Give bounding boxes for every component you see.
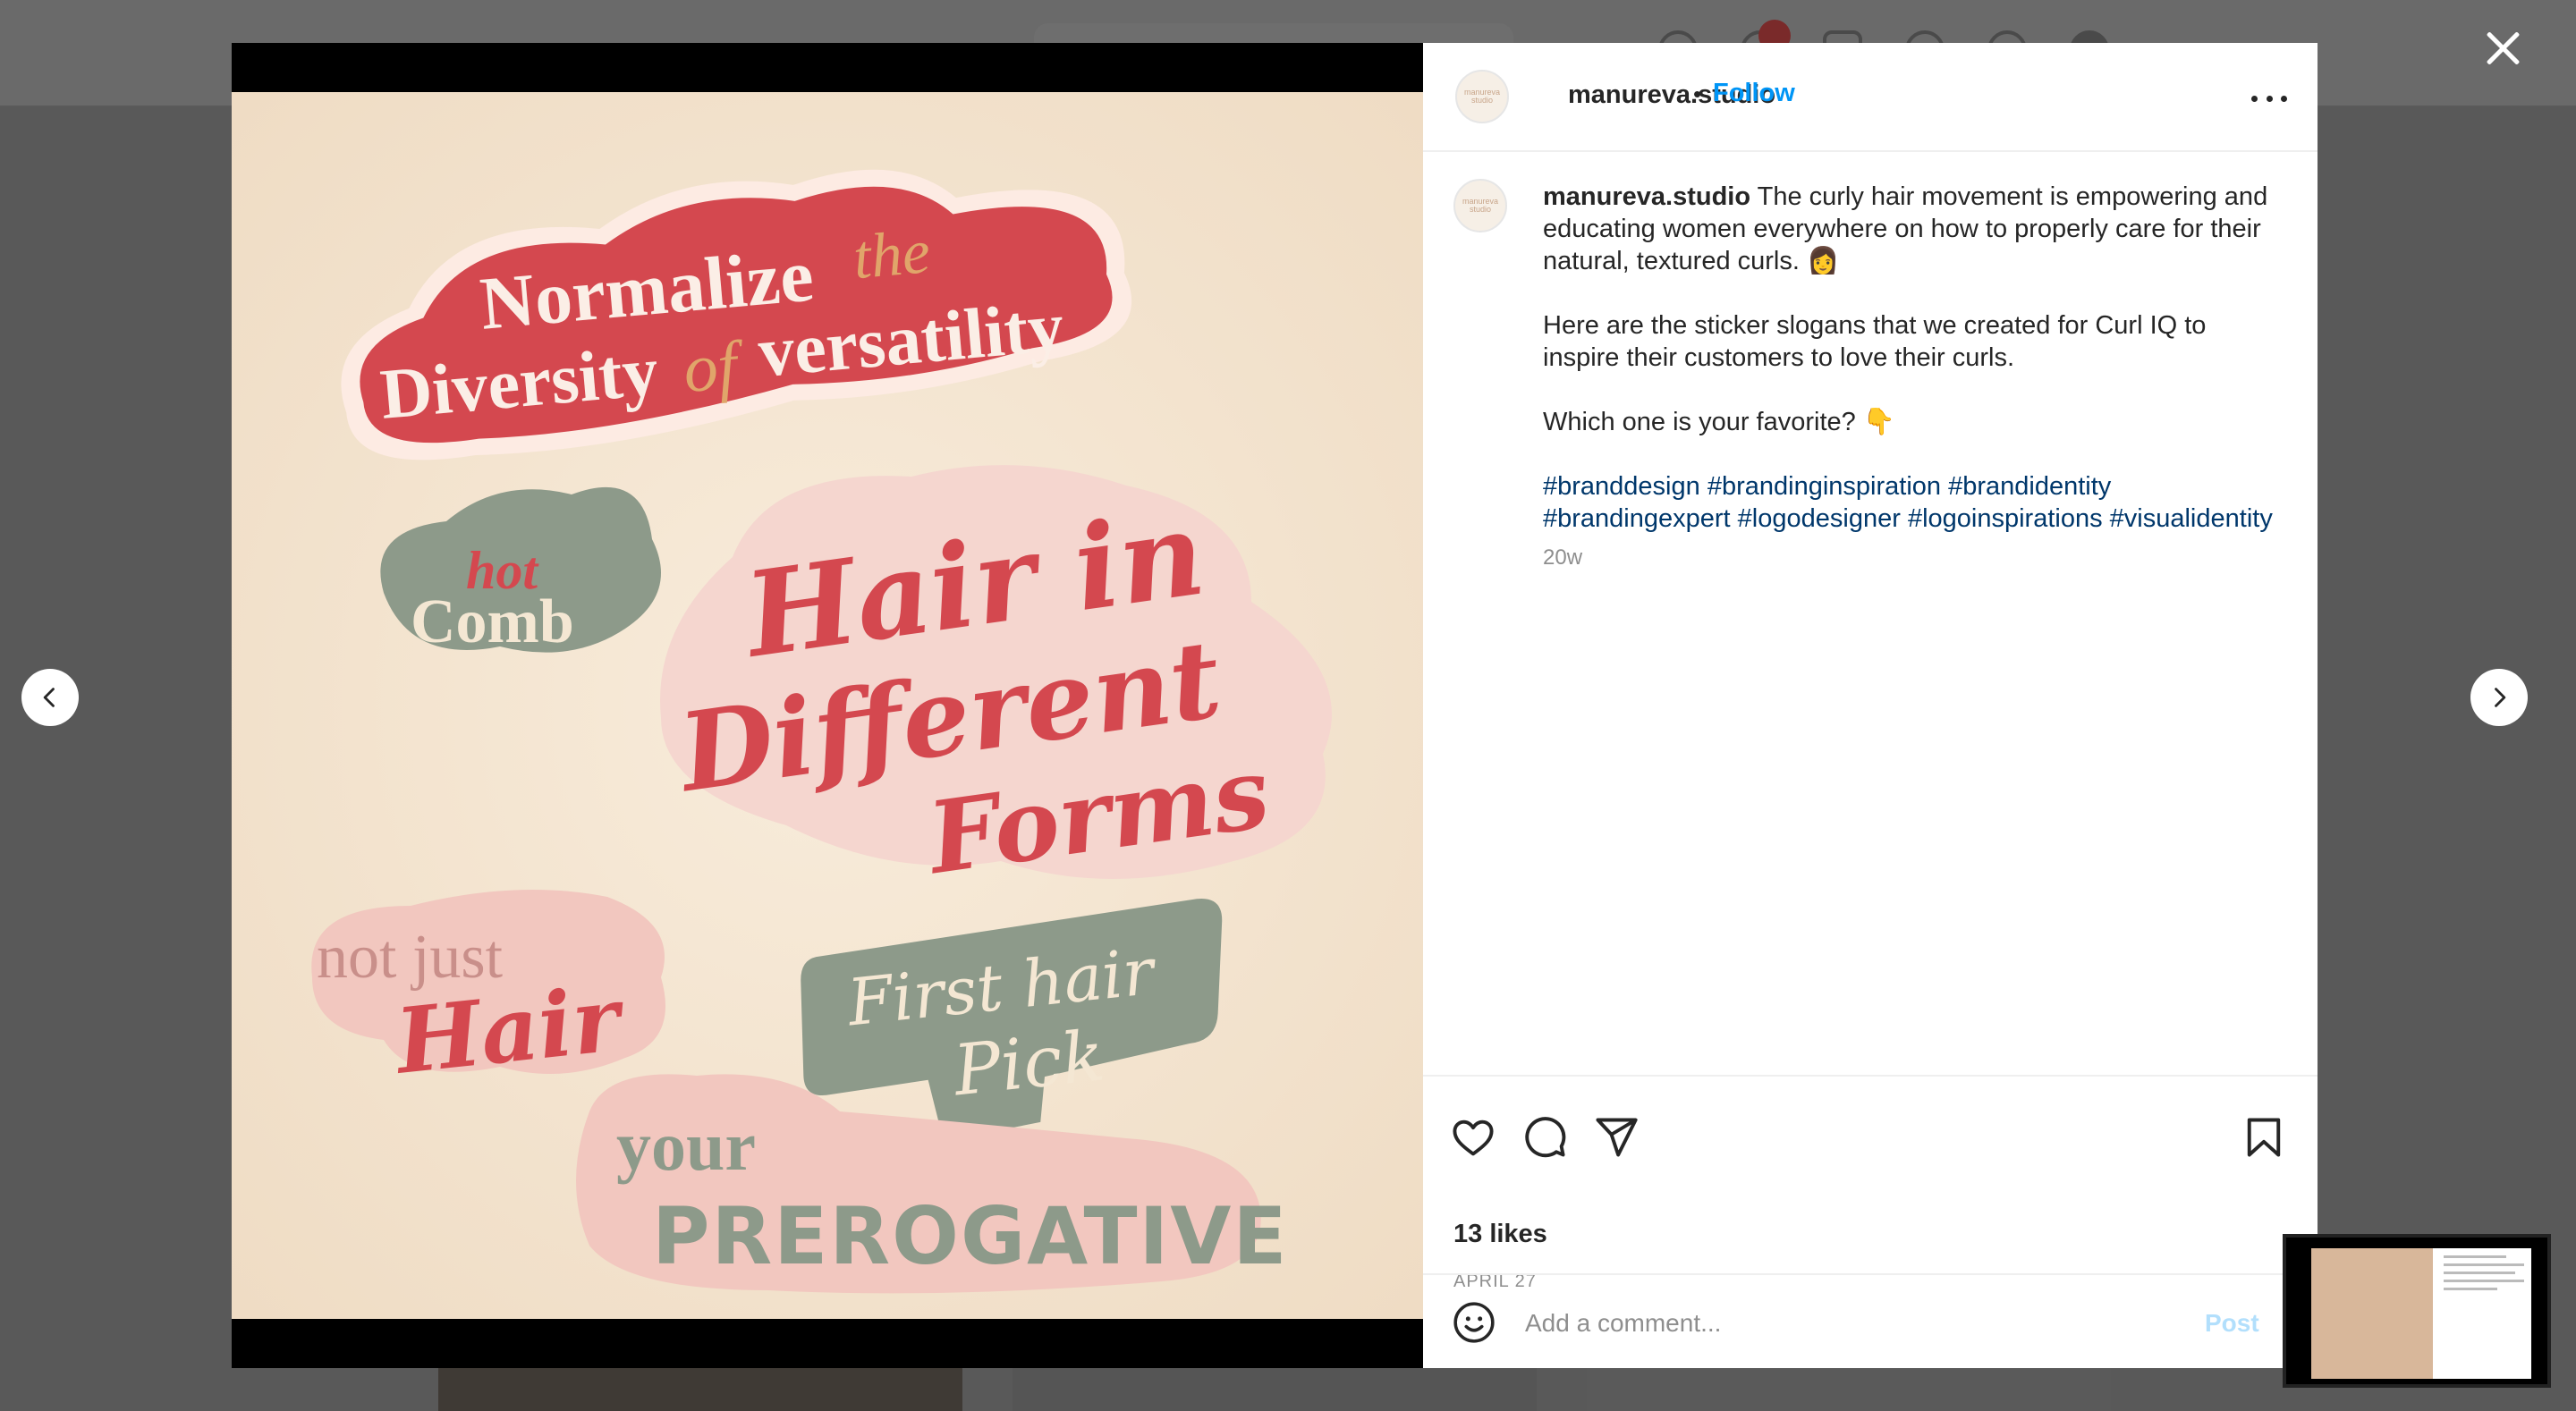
sticker-text: PREROGATIVE [652,1190,1288,1282]
post-comment-button[interactable]: Post [2205,1309,2259,1338]
close-icon[interactable] [2478,23,2528,73]
thumbnail-text-lines [2444,1255,2524,1296]
thumbnail-image [2311,1248,2433,1379]
sticker-text: your [616,1107,756,1185]
avatar-text: manureva studio [1462,197,1499,214]
avatar-text: manureva studio [1463,88,1501,105]
previous-post-button[interactable] [21,669,79,726]
heart-icon[interactable] [1450,1114,1496,1161]
hashtags: #branddesign #brandinginspiration #brand… [1543,470,2276,535]
hashtag-link[interactable]: #branddesign [1543,472,1700,501]
share-icon[interactable] [1593,1114,1640,1161]
next-post-button[interactable] [2470,669,2528,726]
sticker-text: Pick [948,1016,1108,1111]
hashtag-link[interactable]: #logodesigner [1738,504,1901,533]
post-modal: Normalize the Diversity of versatility h… [232,43,2318,1368]
comment-icon[interactable] [1521,1114,1568,1161]
hashtag-link[interactable]: #brandidentity [1948,472,2111,501]
hashtag-link[interactable]: #visualidentity [2110,504,2273,533]
caption-avatar[interactable]: manureva studio [1453,179,1507,232]
comment-bar: Post [1423,1273,2318,1370]
chevron-right-icon [2495,688,2506,707]
hashtag-link[interactable]: #brandingexpert [1543,504,1731,533]
follow-button[interactable]: Follow [1713,79,1795,108]
sticker-text: the [851,217,933,292]
hashtag-link[interactable]: #brandinginspiration [1707,472,1941,501]
thumbnail-content [2311,1248,2531,1379]
likes-count[interactable]: 13 likes [1453,1220,1547,1249]
hashtag-link[interactable]: #logoinspirations [1908,504,2103,533]
caption-paragraph: manureva.studio The curly hair movement … [1543,181,2276,277]
chevron-left-icon [43,688,55,707]
comment-input[interactable] [1523,1302,2207,1345]
sticker-artwork: Normalize the Diversity of versatility h… [232,92,1423,1319]
avatar[interactable]: manureva studio [1455,70,1509,123]
post-side-panel: manureva studio manureva.studio • Follow… [1423,43,2318,1368]
caption-paragraph: Here are the sticker slogans that we cre… [1543,311,2207,372]
caption-time[interactable]: 20w [1543,542,2276,574]
sticker-text: Comb [411,587,574,656]
emoji-icon[interactable] [1452,1300,1496,1345]
caption-paragraph: Which one is your favorite? 👇 [1543,408,1895,436]
post-caption: manureva.studio The curly hair movement … [1543,181,2276,574]
post-image[interactable]: Normalize the Diversity of versatility h… [232,92,1423,1319]
caption-username[interactable]: manureva.studio [1543,182,1750,211]
header-separator: • [1693,80,1702,107]
more-options-icon[interactable] [2251,91,2287,106]
post-media: Normalize the Diversity of versatility h… [232,43,1423,1368]
window-thumbnail-preview[interactable] [2283,1234,2551,1388]
bookmark-icon[interactable] [2241,1114,2287,1161]
post-header: manureva studio manureva.studio • Follow [1423,43,2318,152]
